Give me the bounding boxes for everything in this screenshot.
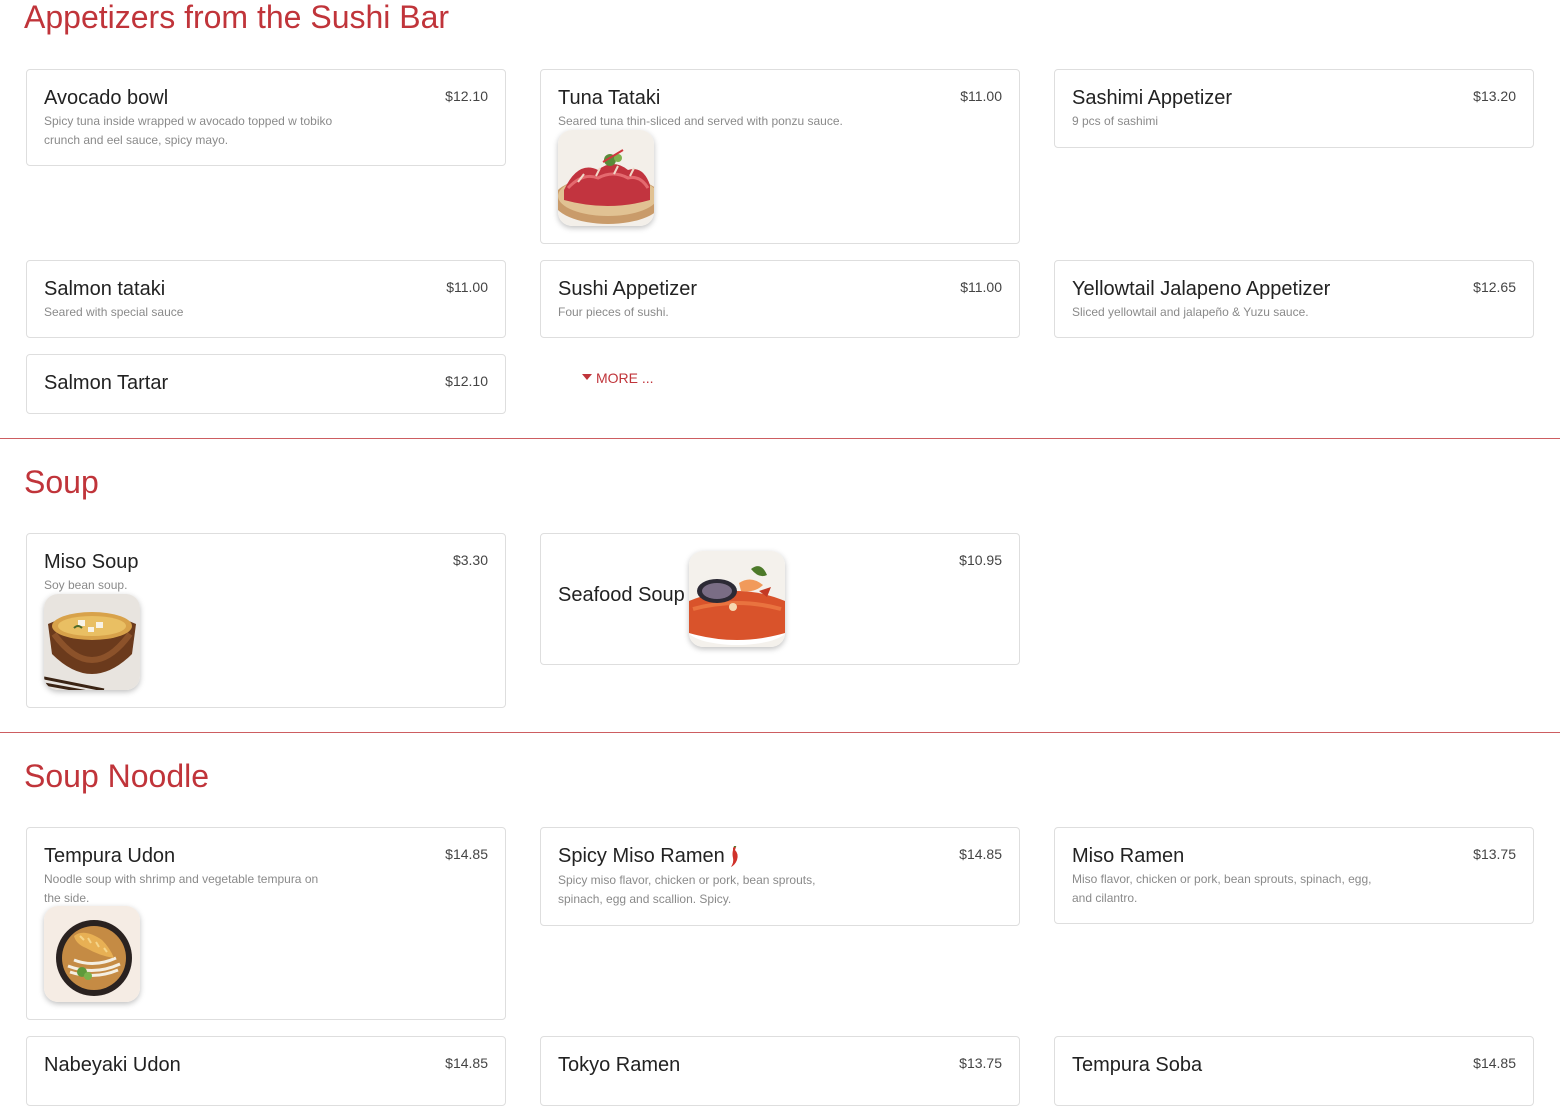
item-name: Miso Ramen <box>1072 845 1185 867</box>
chili-pepper-icon <box>730 845 738 867</box>
item-price: $3.30 <box>452 552 488 568</box>
item-name: Avocado bowl <box>44 87 169 109</box>
item-name: Salmon Tartar <box>44 372 169 394</box>
menu-item-salmon-tartar[interactable]: Salmon Tartar $12.10 <box>26 354 506 414</box>
menu-item-nabeyaki-udon[interactable]: Nabeyaki Udon $14.85 <box>26 1036 506 1106</box>
tuna-tataki-photo[interactable] <box>558 130 654 226</box>
item-price: $13.20 <box>1473 88 1516 104</box>
item-description: Four pieces of sushi. <box>558 305 669 319</box>
item-price: $11.00 <box>960 88 1002 104</box>
menu-item-tokyo-ramen[interactable]: Tokyo Ramen $13.75 <box>540 1036 1020 1106</box>
item-price: $12.65 <box>1473 279 1516 295</box>
more-label: MORE ... <box>596 370 654 386</box>
menu-item-miso-ramen[interactable]: Miso Ramen $13.75 Miso flavor, chicken o… <box>1054 827 1534 924</box>
more-button[interactable]: MORE ... <box>582 370 654 386</box>
item-description: Spicy miso flavor, chicken or pork, bean… <box>558 873 816 906</box>
item-price: $11.00 <box>960 279 1002 295</box>
item-name: Salmon tataki <box>44 278 166 300</box>
section-title-soup: Soup <box>24 464 99 500</box>
menu-item-seafood-soup[interactable]: Seafood Soup $10.95 <box>540 533 1020 665</box>
menu-item-miso-soup[interactable]: Miso Soup $3.30 Soy bean soup. <box>26 533 506 708</box>
item-description: Sliced yellowtail and jalapeño & Yuzu sa… <box>1072 305 1309 319</box>
section-title-soup-noodle: Soup Noodle <box>24 758 210 794</box>
item-name: Nabeyaki Udon <box>44 1054 181 1076</box>
menu-item-spicy-miso-ramen[interactable]: Spicy Miso Ramen $14.85 Spicy miso flavo… <box>540 827 1020 926</box>
item-description: Spicy tuna inside wrapped w avocado topp… <box>44 114 333 147</box>
item-name-wrap: Spicy Miso Ramen <box>558 845 740 868</box>
menu-item-sashimi-appetizer[interactable]: Sashimi Appetizer $13.20 9 pcs of sashim… <box>1054 69 1534 148</box>
item-price: $13.75 <box>959 1055 1002 1071</box>
item-description: Seared with special sauce <box>44 305 184 319</box>
item-name: Tempura Udon <box>44 845 176 867</box>
item-name: Yellowtail Jalapeno Appetizer <box>1072 278 1331 300</box>
tempura-udon-photo[interactable] <box>44 906 140 1002</box>
menu-item-salmon-tataki[interactable]: Salmon tataki $11.00 Seared with special… <box>26 260 506 338</box>
item-description: Soy bean soup. <box>44 578 128 592</box>
item-name: Spicy Miso Ramen <box>558 845 725 867</box>
item-price: $14.85 <box>445 846 488 862</box>
item-name: Sushi Appetizer <box>558 278 697 300</box>
item-description: Noodle soup with shrimp and vegetable te… <box>44 872 319 905</box>
menu-item-tempura-soba[interactable]: Tempura Soba $14.85 <box>1054 1036 1534 1106</box>
item-price: $12.10 <box>445 88 488 104</box>
menu-item-tuna-tataki[interactable]: Tuna Tataki $11.00 Seared tuna thin-slic… <box>540 69 1020 244</box>
menu-item-tempura-udon[interactable]: Tempura Udon $14.85 Noodle soup with shr… <box>26 827 506 1020</box>
item-description: 9 pcs of sashimi <box>1072 114 1159 128</box>
item-description: Miso flavor, chicken or pork, bean sprou… <box>1072 872 1372 905</box>
item-price: $10.95 <box>959 552 1002 568</box>
menu-item-yellowtail-jalapeno[interactable]: Yellowtail Jalapeno Appetizer $12.65 Sli… <box>1054 260 1534 338</box>
menu-item-avocado-bowl[interactable]: Avocado bowl $12.10 Spicy tuna inside wr… <box>26 69 506 166</box>
item-name: Tuna Tataki <box>558 87 661 109</box>
item-price: $12.10 <box>445 373 488 389</box>
item-name: Tokyo Ramen <box>558 1054 681 1076</box>
item-name: Seafood Soup <box>558 584 685 606</box>
section-divider <box>0 732 1560 733</box>
item-description: Seared tuna thin-sliced and served with … <box>558 114 843 128</box>
section-title-appetizers: Appetizers from the Sushi Bar <box>24 0 450 35</box>
caret-down-icon <box>582 374 592 381</box>
item-name: Miso Soup <box>44 551 139 573</box>
miso-soup-photo[interactable] <box>44 594 140 690</box>
menu-item-sushi-appetizer[interactable]: Sushi Appetizer $11.00 Four pieces of su… <box>540 260 1020 338</box>
item-price: $14.85 <box>1473 1055 1516 1071</box>
item-name: Sashimi Appetizer <box>1072 87 1233 109</box>
item-name: Tempura Soba <box>1072 1054 1203 1076</box>
seafood-soup-photo[interactable] <box>689 551 785 647</box>
section-divider <box>0 438 1560 439</box>
item-price: $14.85 <box>959 846 1002 862</box>
item-price: $14.85 <box>445 1055 488 1071</box>
item-price: $13.75 <box>1473 846 1516 862</box>
item-price: $11.00 <box>446 279 488 295</box>
